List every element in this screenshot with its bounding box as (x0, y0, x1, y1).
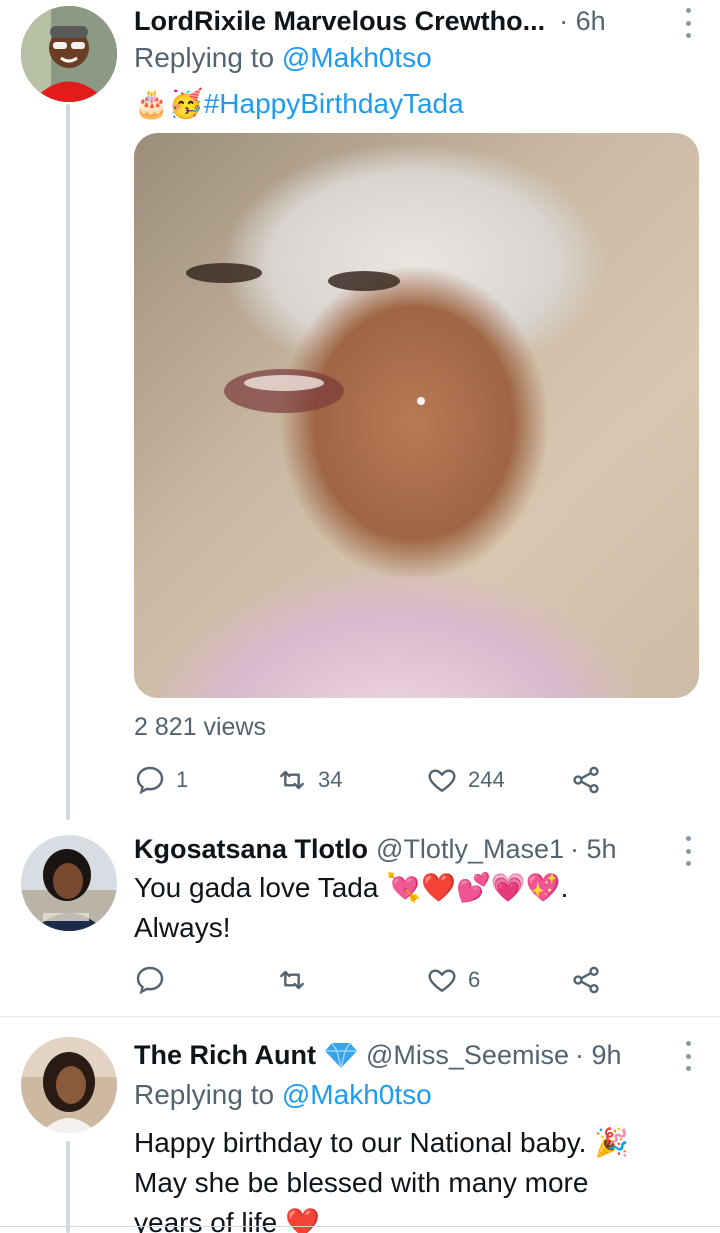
like-button[interactable]: 244 (426, 760, 505, 800)
replying-prefix: Replying to (134, 1079, 275, 1110)
retweet-icon (280, 970, 304, 990)
thread-line (66, 104, 70, 820)
video-frame (186, 263, 425, 413)
tweet-kgosatsana[interactable]: Kgosatsana Tlotlo @Tlotly_Mase1 · 5h You… (0, 820, 720, 1015)
display-name[interactable]: LordRixile Marvelous Crewtho... (134, 6, 545, 37)
text-line-1-end: . (560, 872, 569, 903)
user-handle[interactable]: @Tlotly_Mase1 (376, 834, 564, 865)
emoji-red-heart: ❤️ (284, 1206, 320, 1233)
replying-to: Replying to @Makh0tso (134, 1079, 432, 1111)
gem-icon (325, 1042, 357, 1069)
emoji-party-popper: 🎉 (594, 1126, 630, 1159)
avatar-image (21, 6, 117, 102)
like-count: 6 (468, 967, 481, 992)
tweet-header: LordRixile Marvelous Crewtho... · 6h (134, 0, 700, 42)
timestamp[interactable]: · 5h (570, 834, 617, 865)
display-name[interactable]: Kgosatsana Tlotlo (134, 834, 368, 865)
emoji-hearts: 💘❤️💕💗💖 (386, 871, 561, 904)
view-count: 2 821 views (134, 713, 267, 741)
share-icon (573, 766, 599, 794)
more-options-icon[interactable] (678, 8, 698, 38)
reply-icon (136, 766, 164, 795)
tweet-actions: 1 34 244 (134, 760, 604, 800)
tweet-actions: 6 (134, 960, 604, 1000)
text-line-1: You gada love Tada (134, 872, 379, 903)
video-media[interactable] (134, 133, 699, 698)
thread-line (66, 1141, 70, 1233)
text-line-1: Happy birthday to our National baby. (134, 1127, 587, 1158)
display-name[interactable]: The Rich Aunt (134, 1040, 316, 1071)
tweet-text: 🎂🥳#HappyBirthdayTada (134, 84, 464, 124)
mention-link[interactable]: @Makh0tso (282, 42, 432, 73)
tweet-rich-aunt[interactable]: The Rich Aunt @Miss_Seemise · 9h Replyin… (0, 1017, 720, 1233)
reply-button[interactable] (134, 960, 176, 1000)
timestamp[interactable]: · 6h (559, 6, 606, 37)
timestamp[interactable]: · 9h (575, 1040, 622, 1071)
tweet-header: Kgosatsana Tlotlo @Tlotly_Mase1 · 5h (134, 828, 700, 870)
reply-count: 1 (176, 767, 189, 792)
bottom-divider (0, 1226, 720, 1227)
more-options-icon[interactable] (678, 1041, 698, 1071)
heart-icon (428, 769, 456, 793)
retweet-button[interactable]: 34 (276, 760, 342, 800)
avatar[interactable] (21, 835, 117, 931)
tweet-header: The Rich Aunt @Miss_Seemise · 9h (134, 1034, 700, 1076)
text-line-3: years of life (134, 1207, 278, 1233)
avatar[interactable] (21, 6, 117, 102)
more-options-icon[interactable] (678, 836, 698, 866)
text-line-2: Always! (134, 912, 231, 943)
replying-prefix: Replying to (134, 42, 275, 73)
avatar-image (21, 835, 117, 931)
reply-icon (136, 966, 164, 995)
tweet-thread: LordRixile Marvelous Crewtho... · 6h Rep… (0, 0, 720, 1233)
like-button[interactable]: 6 (426, 960, 480, 1000)
replying-to: Replying to @Makh0tso (134, 42, 432, 74)
user-handle[interactable]: @Miss_Seemise (366, 1040, 569, 1071)
share-button[interactable] (570, 960, 602, 1000)
retweet-count: 34 (318, 767, 343, 792)
text-line-2: May she be blessed with many more (134, 1167, 589, 1198)
retweet-button[interactable] (276, 960, 318, 1000)
retweet-icon (280, 770, 304, 790)
share-icon (573, 966, 599, 994)
share-button[interactable] (570, 760, 602, 800)
hashtag-link[interactable]: #HappyBirthdayTada (204, 88, 464, 119)
tweet-lordrixile[interactable]: LordRixile Marvelous Crewtho... · 6h Rep… (0, 0, 720, 820)
avatar-image (21, 1037, 117, 1133)
avatar[interactable] (21, 1037, 117, 1133)
reply-button[interactable]: 1 (134, 760, 188, 800)
emoji-cake-party: 🎂🥳 (134, 87, 204, 120)
heart-icon (428, 969, 456, 993)
tweet-text: You gada love Tada 💘❤️💕💗💖. Always! (134, 868, 568, 948)
like-count: 244 (468, 767, 505, 792)
tweet-text: Happy birthday to our National baby. 🎉 M… (134, 1123, 629, 1233)
mention-link[interactable]: @Makh0tso (282, 1079, 432, 1110)
